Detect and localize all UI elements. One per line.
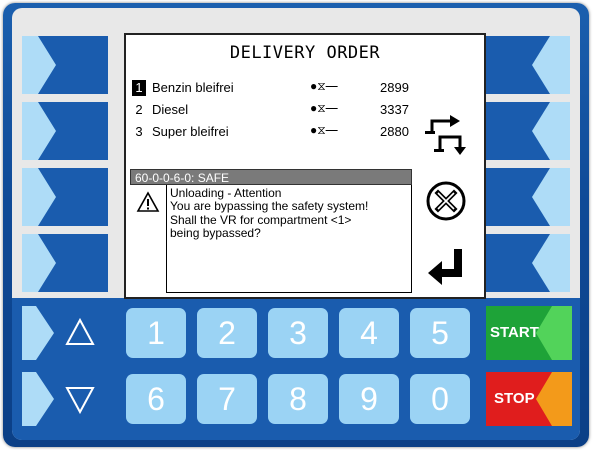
numpad-key-9[interactable]: 9 bbox=[339, 374, 399, 424]
product-name: Diesel bbox=[152, 102, 189, 117]
left-softkey-2[interactable] bbox=[20, 100, 110, 162]
product-value: 2880 bbox=[380, 124, 409, 139]
start-button[interactable]: START bbox=[484, 304, 574, 367]
product-value: 3337 bbox=[380, 102, 409, 117]
compartment-number: 1 bbox=[132, 80, 146, 96]
numpad-key-6[interactable]: 6 bbox=[126, 374, 186, 424]
stop-button[interactable]: STOP bbox=[484, 370, 574, 433]
status-symbol: ●⧖━ bbox=[310, 101, 338, 115]
numpad-key-1[interactable]: 1 bbox=[126, 308, 186, 358]
status-symbol: ●⧖━ bbox=[310, 123, 338, 137]
enter-return-icon[interactable] bbox=[424, 245, 468, 294]
scroll-up-button[interactable] bbox=[20, 304, 112, 367]
scroll-down-button[interactable] bbox=[20, 370, 112, 433]
message-dialog: 60-0-0-6-0: SAFE Unloading - Attention Y… bbox=[130, 169, 412, 295]
stop-label: STOP bbox=[494, 390, 535, 407]
switch-arrows-icon[interactable] bbox=[422, 111, 472, 162]
warning-triangle-icon bbox=[136, 191, 160, 218]
product-row[interactable]: 1 Benzin bleifrei ●⧖━ 2899 bbox=[132, 79, 422, 98]
message-line: being bypassed? bbox=[170, 225, 261, 240]
numpad-key-3[interactable]: 3 bbox=[268, 308, 328, 358]
numpad-key-0[interactable]: 0 bbox=[410, 374, 470, 424]
right-softkey-1[interactable] bbox=[482, 34, 572, 96]
numpad-key-4[interactable]: 4 bbox=[339, 308, 399, 358]
message-line: Unloading - Attention bbox=[170, 186, 282, 200]
message-header: 60-0-0-6-0: SAFE bbox=[130, 169, 412, 185]
numpad-key-8[interactable]: 8 bbox=[268, 374, 328, 424]
device-frame: DELIVERY ORDER 1 Benzin bleifrei ●⧖━ 289… bbox=[3, 3, 589, 447]
cancel-circle-x-icon[interactable] bbox=[424, 179, 468, 228]
compartment-number: 3 bbox=[135, 124, 143, 139]
right-softkey-2[interactable] bbox=[482, 100, 572, 162]
product-value: 2899 bbox=[380, 80, 409, 95]
start-label: START bbox=[490, 324, 539, 341]
right-softkey-3[interactable] bbox=[482, 166, 572, 228]
right-softkey-4[interactable] bbox=[482, 232, 572, 294]
product-row[interactable]: 3 Super bleifrei ●⧖━ 2880 bbox=[132, 123, 422, 142]
display-screen: DELIVERY ORDER 1 Benzin bleifrei ●⧖━ 289… bbox=[124, 33, 486, 299]
product-name: Benzin bleifrei bbox=[152, 80, 234, 95]
numpad-key-5[interactable]: 5 bbox=[410, 308, 470, 358]
numpad-key-2[interactable]: 2 bbox=[197, 308, 257, 358]
left-softkey-3[interactable] bbox=[20, 166, 110, 228]
message-line: You are bypassing the safety system! bbox=[170, 199, 369, 214]
status-symbol: ●⧖━ bbox=[310, 79, 338, 93]
page-title: DELIVERY ORDER bbox=[229, 43, 381, 63]
product-name: Super bleifrei bbox=[152, 124, 229, 139]
left-softkey-1[interactable] bbox=[20, 34, 110, 96]
numpad-key-7[interactable]: 7 bbox=[197, 374, 257, 424]
message-body: Unloading - Attention You are bypassing … bbox=[166, 185, 412, 293]
compartment-number: 2 bbox=[135, 102, 143, 117]
message-line: Shall the VR for compartment <1> bbox=[170, 212, 352, 227]
device-panel: DELIVERY ORDER 1 Benzin bleifrei ●⧖━ 289… bbox=[12, 8, 580, 440]
left-softkey-4[interactable] bbox=[20, 232, 110, 294]
product-row[interactable]: 2 Diesel ●⧖━ 3337 bbox=[132, 101, 422, 120]
